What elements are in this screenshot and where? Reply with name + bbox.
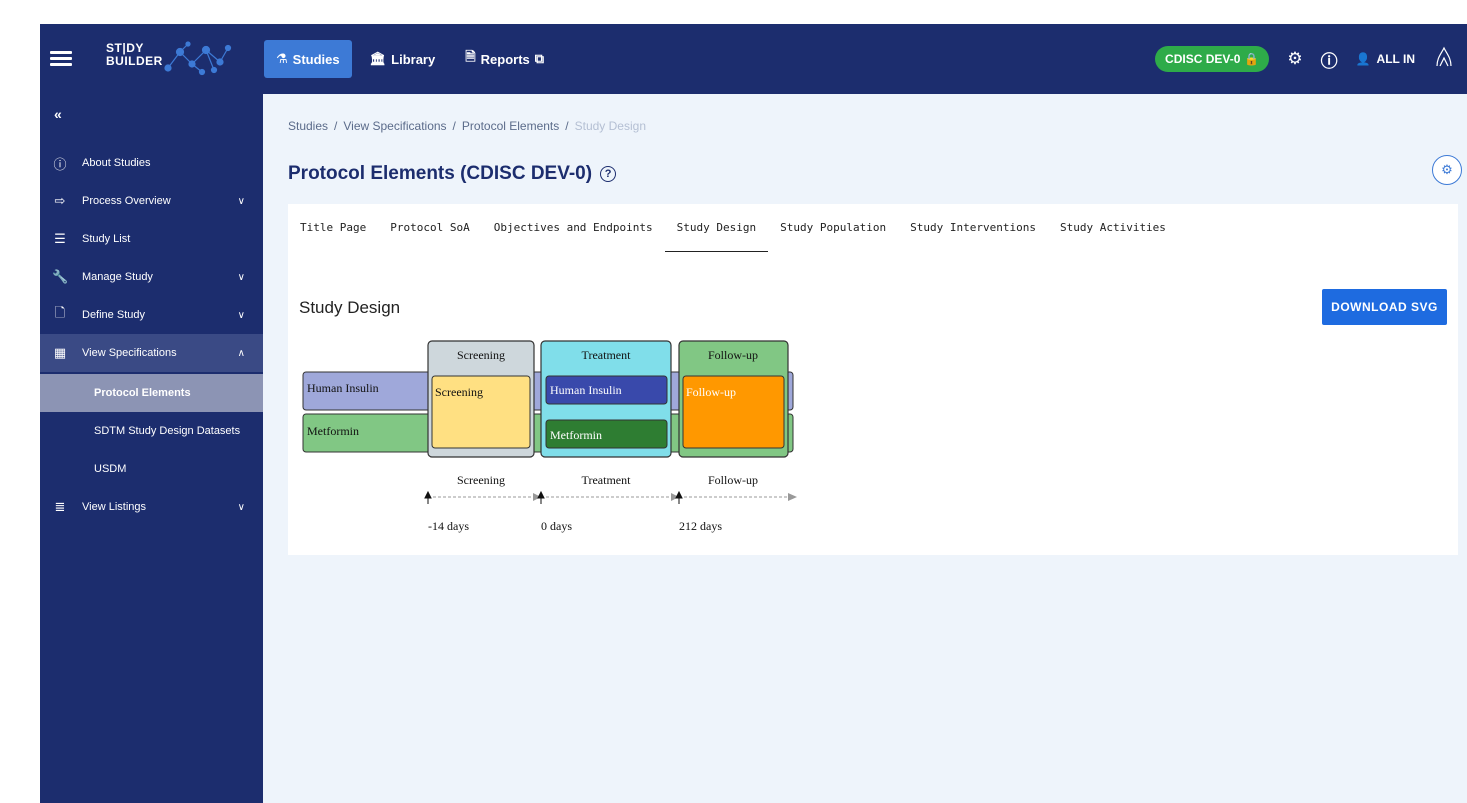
timeline-ticks <box>424 490 683 504</box>
element-label-follow-up: Follow-up <box>686 385 736 399</box>
tab-study-design[interactable]: Study Design <box>664 204 769 252</box>
download-svg-button[interactable]: DOWNLOAD SVG <box>1322 289 1447 325</box>
tab-study-activities[interactable]: Study Activities <box>1048 204 1178 252</box>
breadcrumb: Studies / View Specifications / Protocol Ele… <box>288 119 646 133</box>
library-icon: 🏛 <box>369 51 387 66</box>
epoch-label-treatment: Treatment <box>582 348 632 362</box>
document-edit-icon: 🗋 <box>54 305 66 320</box>
breadcrumb-studies[interactable]: Studies <box>288 119 328 133</box>
collapse-sidebar-icon[interactable]: « <box>54 106 62 122</box>
epoch-label-follow-up: Follow-up <box>708 348 758 362</box>
sidebar-subitem-sdtm-datasets[interactable]: SDTM Study Design Datasets <box>40 412 263 450</box>
arrow-right-icon: ⇨ <box>54 193 66 208</box>
list-icon: ☰ <box>54 231 66 246</box>
top-right-tools: CDISC DEV-0 🔒 ⚙ ⓘ 👤 ALL IN <box>1155 40 1455 78</box>
tab-title-page[interactable]: Title Page <box>288 204 378 252</box>
listings-icon: ≣ <box>54 499 66 514</box>
chevron-down-icon: ∨ <box>237 271 245 283</box>
grid-icon: ▦ <box>53 345 67 360</box>
timeline-label-screening: Screening <box>457 473 505 487</box>
app-window: ST|DY BUILDER ⚗ Studies 🏛 Library 🗎 Repo… <box>40 24 1467 803</box>
selected-study-chip[interactable]: CDISC DEV-0 🔒 <box>1155 46 1270 72</box>
sidebar-item-process-overview[interactable]: ⇨ Process Overview ∨ <box>40 182 263 220</box>
chevron-down-icon: ∨ <box>237 501 245 513</box>
tab-protocol-soa[interactable]: Protocol SoA <box>378 204 481 252</box>
chevron-down-icon: ∨ <box>237 195 245 207</box>
hamburger-menu-icon[interactable] <box>50 48 72 70</box>
element-label-metformin: Metformin <box>550 428 602 442</box>
page-title: Protocol Elements (CDISC DEV-0) ? <box>288 163 617 185</box>
nav-tab-reports[interactable]: 🗎 Reports ⧉ <box>453 40 556 78</box>
lock-icon: 🔒 <box>1244 52 1260 66</box>
study-builder-logo[interactable]: ST|DY BUILDER <box>106 41 236 78</box>
user-menu[interactable]: 👤 ALL IN <box>1356 52 1415 66</box>
day-label-follow-up: 212 days <box>679 519 722 533</box>
sidebar: « ⓘ About Studies ⇨ Process Overview ∨ ☰… <box>40 94 263 803</box>
sidebar-item-define-study[interactable]: 🗋 Define Study ∨ <box>40 296 263 334</box>
company-logo-icon <box>1433 44 1455 74</box>
sidebar-item-view-listings[interactable]: ≣ View Listings ∨ <box>40 488 263 526</box>
user-icon: 👤 <box>1355 52 1371 66</box>
top-bar: ST|DY BUILDER ⚗ Studies 🏛 Library 🗎 Repo… <box>40 24 1467 94</box>
protocol-tabs: Title Page Protocol SoA Objectives and E… <box>288 204 1178 252</box>
breadcrumb-protocol-elements[interactable]: Protocol Elements <box>462 119 559 133</box>
day-label-screening: -14 days <box>428 519 469 533</box>
timeline-label-follow-up: Follow-up <box>708 473 758 487</box>
info-icon: ⓘ <box>53 156 67 172</box>
arm-label-metformin: Metformin <box>307 424 359 438</box>
chevron-up-icon: ∧ <box>237 347 245 359</box>
external-link-icon: ⧉ <box>534 51 545 66</box>
nav-tab-library[interactable]: 🏛 Library <box>358 40 448 78</box>
study-design-diagram: Human Insulin Metformin Screening Screen… <box>302 340 797 533</box>
help-icon[interactable]: ⓘ <box>1321 47 1338 72</box>
sidebar-item-manage-study[interactable]: 🔧 Manage Study ∨ <box>40 258 263 296</box>
tab-study-population[interactable]: Study Population <box>768 204 898 252</box>
epoch-label-screening: Screening <box>457 348 505 362</box>
logo-text: ST|DY BUILDER <box>106 41 163 68</box>
molecule-icon <box>164 41 232 76</box>
timeline-label-treatment: Treatment <box>582 473 632 487</box>
nav-tab-studies[interactable]: ⚗ Studies <box>264 40 352 78</box>
tab-objectives-endpoints[interactable]: Objectives and Endpoints <box>482 204 665 252</box>
breadcrumb-current: Study Design <box>574 119 646 133</box>
reports-icon: 🗎 <box>465 49 476 64</box>
content-panel: Title Page Protocol SoA Objectives and E… <box>288 204 1458 555</box>
question-icon[interactable]: ? <box>600 166 617 182</box>
sidebar-subitem-protocol-elements[interactable]: Protocol Elements <box>40 374 263 412</box>
arm-label-human-insulin: Human Insulin <box>307 381 379 395</box>
settings-gear-icon[interactable]: ⚙ <box>1287 49 1302 69</box>
main-nav: ⚗ Studies 🏛 Library 🗎 Reports ⧉ <box>264 40 556 78</box>
sidebar-item-view-specifications[interactable]: ▦ View Specifications ∧ <box>40 334 263 372</box>
flask-icon: ⚗ <box>276 51 288 66</box>
sidebar-subitem-usdm[interactable]: USDM <box>40 450 263 488</box>
tab-study-interventions[interactable]: Study Interventions <box>898 204 1048 252</box>
day-label-treatment: 0 days <box>541 519 572 533</box>
section-title: Study Design <box>299 298 401 317</box>
element-label-screening: Screening <box>435 385 483 399</box>
sidebar-item-about-studies[interactable]: ⓘ About Studies <box>40 144 263 182</box>
chevron-down-icon: ∨ <box>237 309 245 321</box>
wrench-icon: 🔧 <box>52 269 69 284</box>
page-settings-icon[interactable]: ⚙ <box>1432 155 1462 185</box>
element-label-human-insulin: Human Insulin <box>550 383 622 397</box>
breadcrumb-view-specifications[interactable]: View Specifications <box>343 119 446 133</box>
sidebar-item-study-list[interactable]: ☰ Study List <box>40 220 263 258</box>
